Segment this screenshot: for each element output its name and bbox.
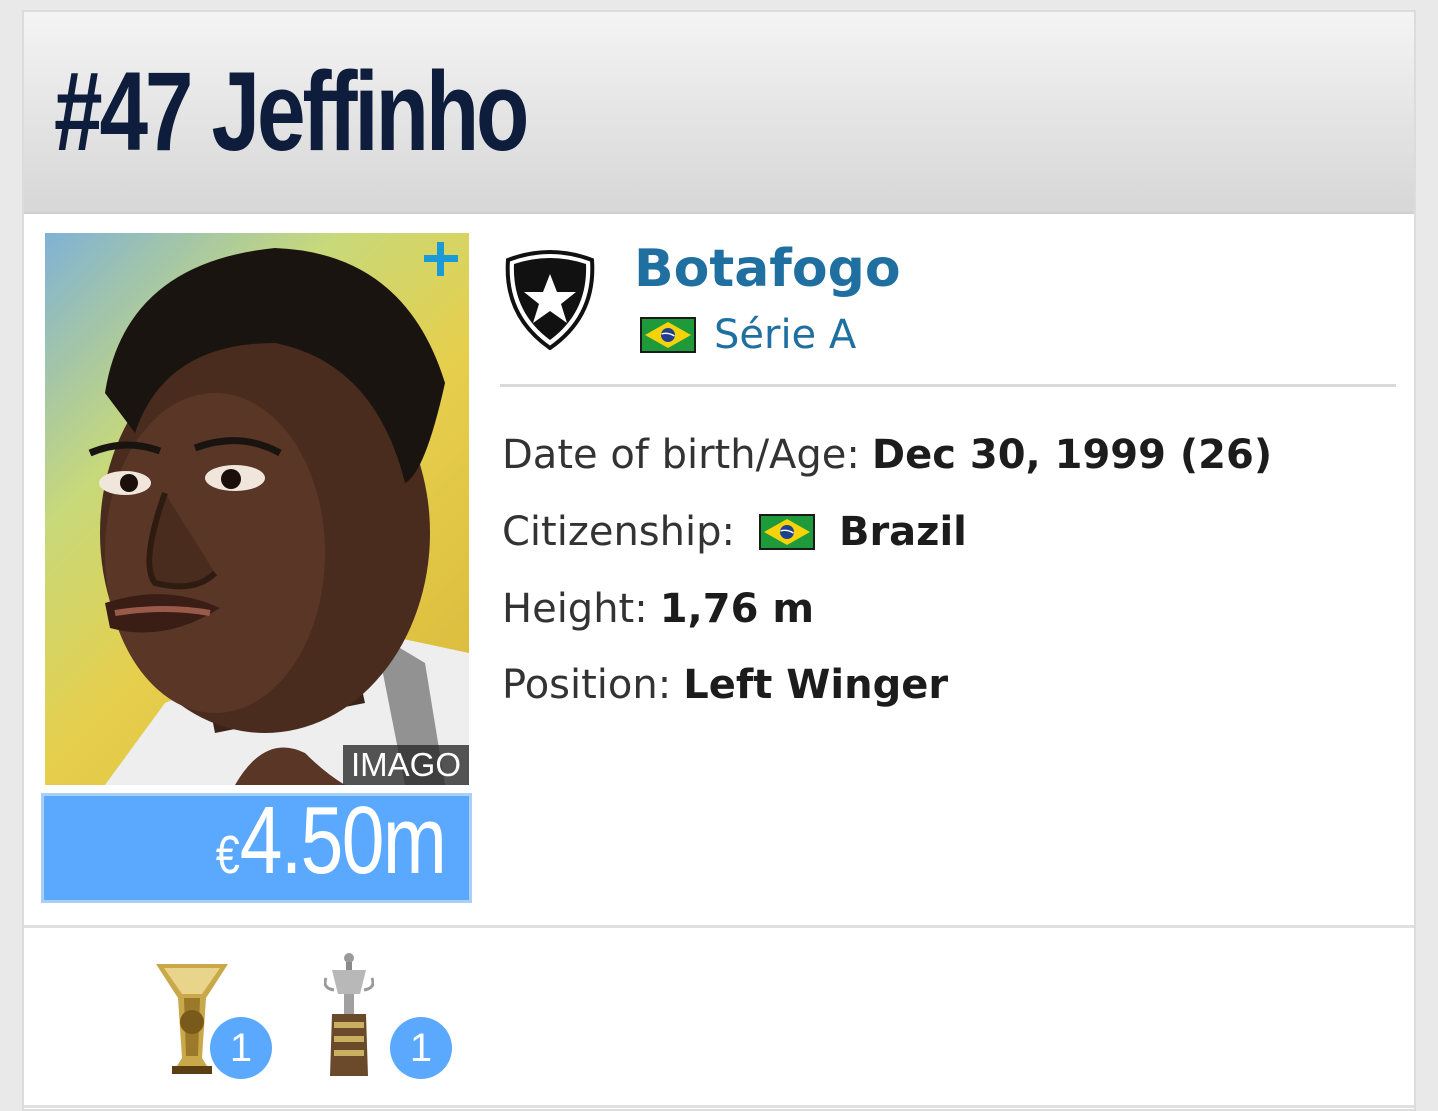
- libertadores-trophy-icon[interactable]: [324, 952, 374, 1078]
- info-date-of-birth: Date of birth/Age: Dec 30, 1999 (26): [502, 430, 1272, 480]
- market-value-currency: €: [215, 825, 240, 885]
- photo-credit: IMAGO: [342, 745, 469, 785]
- position-value: Left Winger: [683, 662, 949, 708]
- info-height: Height: 1,76 m: [502, 584, 814, 634]
- player-title: #47 Jeffinho: [54, 49, 529, 174]
- market-value-amount: 4.50: [239, 787, 385, 894]
- info-citizenship: Citizenship: Brazil: [502, 507, 967, 557]
- info-position: Position: Left Winger: [502, 660, 948, 710]
- citizenship-value: Brazil: [838, 509, 967, 555]
- market-value-box[interactable]: €4.50m: [41, 787, 472, 903]
- trophy-count-badge[interactable]: 1: [390, 1017, 452, 1079]
- section-divider: [24, 1105, 1414, 1108]
- height-value: 1,76 m: [659, 586, 814, 632]
- trophy-count-badge[interactable]: 1: [210, 1017, 272, 1079]
- botafogo-crest-icon[interactable]: [500, 246, 600, 350]
- height-label: Height:: [502, 586, 648, 632]
- dob-value: Dec 30, 1999 (26): [871, 432, 1273, 478]
- section-divider: [24, 925, 1414, 928]
- divider: [500, 384, 1396, 387]
- league-name: Série A: [714, 312, 857, 358]
- profile-header: #47 Jeffinho: [24, 12, 1414, 214]
- brazil-flag-icon: [758, 514, 815, 550]
- player-portrait-image: [88, 248, 469, 785]
- dob-label: Date of birth/Age:: [502, 432, 860, 478]
- league-link[interactable]: Série A: [640, 310, 856, 360]
- player-profile-card: #47 Jeffinho IMAGO €4.50m Botafogo Série…: [22, 10, 1416, 1111]
- position-label: Position:: [502, 662, 672, 708]
- plus-icon[interactable]: [421, 239, 461, 279]
- market-value-unit: m: [383, 787, 447, 894]
- citizenship-label: Citizenship:: [502, 509, 735, 555]
- brazil-flag-icon: [640, 317, 696, 353]
- player-photo[interactable]: IMAGO: [45, 233, 469, 785]
- club-name-link[interactable]: Botafogo: [634, 238, 901, 300]
